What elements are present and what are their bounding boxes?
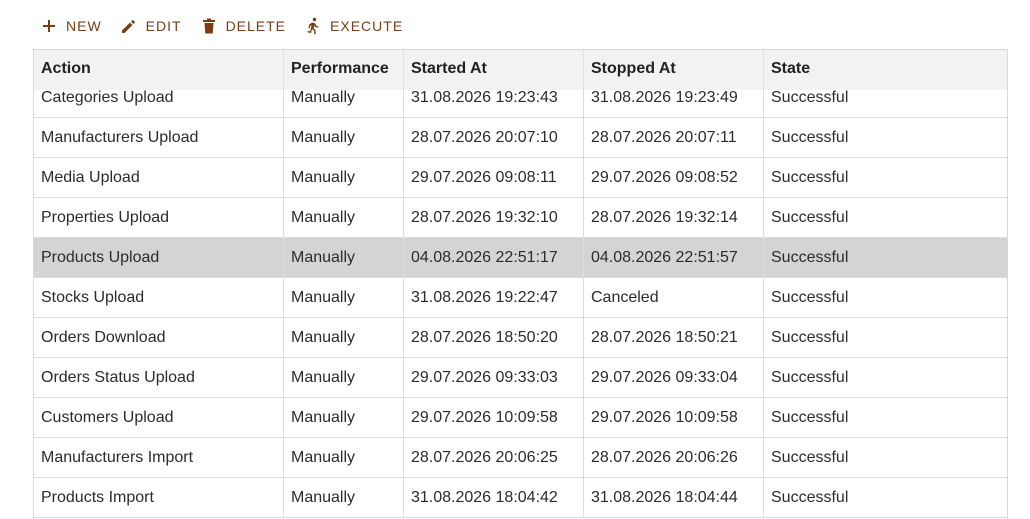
cell-action: Orders Download bbox=[34, 318, 284, 357]
column-header-started-at[interactable]: Started At bbox=[404, 50, 584, 90]
cell-started-at: 28.07.2026 19:32:10 bbox=[404, 198, 584, 237]
cell-performance: Manually bbox=[284, 238, 404, 277]
cell-performance: Manually bbox=[284, 278, 404, 317]
table-row[interactable]: Customers Upload Manually 29.07.2026 10:09… bbox=[34, 398, 1007, 438]
cell-performance: Manually bbox=[284, 358, 404, 397]
cell-state: Successful bbox=[771, 249, 849, 266]
column-header-state[interactable]: State bbox=[764, 50, 1007, 90]
pencil-icon bbox=[120, 17, 138, 35]
table-row[interactable]: Stocks Upload Manually 31.08.2026 19:22:47… bbox=[34, 278, 1007, 318]
cell-action: Customers Upload bbox=[34, 398, 284, 437]
cell-action: Properties Upload bbox=[34, 198, 284, 237]
cell-performance: Manually bbox=[284, 318, 404, 357]
table-body: Categories Upload Manually 31.08.2026 19:2… bbox=[34, 78, 1007, 518]
table-header: Action Performance Started At Stopped At… bbox=[34, 50, 1007, 90]
table-row[interactable]: Media Upload Manually 29.07.2026 09:08:11 2… bbox=[34, 158, 1007, 198]
toolbar: NEW EDIT DELETE EXECUTE bbox=[34, 12, 415, 40]
cell-performance: Manually bbox=[284, 478, 404, 517]
cell-action: Manufacturers Upload bbox=[34, 118, 284, 157]
cell-action: Stocks Upload bbox=[34, 278, 284, 317]
cell-stopped-at: 28.07.2026 20:07:11 bbox=[584, 118, 764, 157]
cell-stopped-at: 29.07.2026 09:08:52 bbox=[584, 158, 764, 197]
cell-performance: Manually bbox=[284, 398, 404, 437]
cell-state: Successful bbox=[771, 169, 849, 186]
execute-button[interactable]: EXECUTE bbox=[298, 12, 409, 40]
table-row[interactable]: Manufacturers Import Manually 28.07.2026 2… bbox=[34, 438, 1007, 478]
cell-started-at: 28.07.2026 20:06:25 bbox=[404, 438, 584, 477]
cell-state: Successful bbox=[771, 129, 849, 146]
cell-started-at: 31.08.2026 18:04:42 bbox=[404, 478, 584, 517]
cell-state: Successful bbox=[771, 489, 849, 506]
table-row[interactable]: Products Import Manually 31.08.2026 18:04:… bbox=[34, 478, 1007, 518]
cell-state: Successful bbox=[771, 449, 849, 466]
cell-stopped-at: 28.07.2026 19:32:14 bbox=[584, 198, 764, 237]
cell-performance: Manually bbox=[284, 438, 404, 477]
delete-button-label: DELETE bbox=[225, 18, 287, 34]
delete-button[interactable]: DELETE bbox=[194, 12, 292, 40]
cell-stopped-at: 29.07.2026 09:33:04 bbox=[584, 358, 764, 397]
cell-started-at: 31.08.2026 19:22:47 bbox=[404, 278, 584, 317]
cell-state: Successful bbox=[771, 289, 849, 306]
new-button-label: NEW bbox=[66, 18, 102, 34]
cell-started-at: 29.07.2026 09:08:11 bbox=[404, 158, 584, 197]
cell-action: Orders Status Upload bbox=[34, 358, 284, 397]
trash-icon bbox=[200, 17, 218, 35]
cell-performance: Manually bbox=[284, 118, 404, 157]
running-person-icon bbox=[304, 17, 322, 35]
table-row[interactable]: Manufacturers Upload Manually 28.07.2026 2… bbox=[34, 118, 1007, 158]
table-row[interactable]: Products Upload Manually 04.08.2026 22:51:… bbox=[34, 238, 1007, 278]
cell-state: Successful bbox=[771, 209, 849, 226]
cell-state: Successful bbox=[771, 329, 849, 346]
cell-action: Products Import bbox=[34, 478, 284, 517]
table-row[interactable]: Orders Download Manually 28.07.2026 18:50:… bbox=[34, 318, 1007, 358]
cell-stopped-at: 31.08.2026 18:04:44 bbox=[584, 478, 764, 517]
cell-stopped-at: 28.07.2026 20:06:26 bbox=[584, 438, 764, 477]
cell-state: Successful bbox=[771, 369, 849, 386]
cell-action: Media Upload bbox=[34, 158, 284, 197]
column-header-performance[interactable]: Performance bbox=[284, 50, 404, 90]
cell-stopped-at: 28.07.2026 18:50:21 bbox=[584, 318, 764, 357]
cell-stopped-at: 04.08.2026 22:51:57 bbox=[584, 238, 764, 277]
cell-started-at: 28.07.2026 18:50:20 bbox=[404, 318, 584, 357]
column-header-action[interactable]: Action bbox=[34, 50, 284, 90]
edit-button[interactable]: EDIT bbox=[114, 12, 188, 40]
execute-button-label: EXECUTE bbox=[330, 18, 404, 34]
cell-action: Products Upload bbox=[34, 238, 284, 277]
cell-started-at: 29.07.2026 10:09:58 bbox=[404, 398, 584, 437]
actions-table: Action Performance Started At Stopped At… bbox=[33, 49, 1008, 519]
new-button[interactable]: NEW bbox=[34, 12, 108, 40]
column-header-stopped-at[interactable]: Stopped At bbox=[584, 50, 764, 90]
cell-started-at: 28.07.2026 20:07:10 bbox=[404, 118, 584, 157]
cell-stopped-at: Canceled bbox=[584, 278, 764, 317]
cell-state: Successful bbox=[771, 409, 849, 426]
edit-button-label: EDIT bbox=[145, 18, 182, 34]
cell-performance: Manually bbox=[284, 158, 404, 197]
cell-performance: Manually bbox=[284, 198, 404, 237]
cell-started-at: 29.07.2026 09:33:03 bbox=[404, 358, 584, 397]
cell-stopped-at: 29.07.2026 10:09:58 bbox=[584, 398, 764, 437]
cell-started-at: 04.08.2026 22:51:17 bbox=[404, 238, 584, 277]
cell-action: Manufacturers Import bbox=[34, 438, 284, 477]
plus-icon bbox=[40, 17, 58, 35]
table-row[interactable]: Orders Status Upload Manually 29.07.2026 0… bbox=[34, 358, 1007, 398]
table-row[interactable]: Properties Upload Manually 28.07.2026 19:3… bbox=[34, 198, 1007, 238]
